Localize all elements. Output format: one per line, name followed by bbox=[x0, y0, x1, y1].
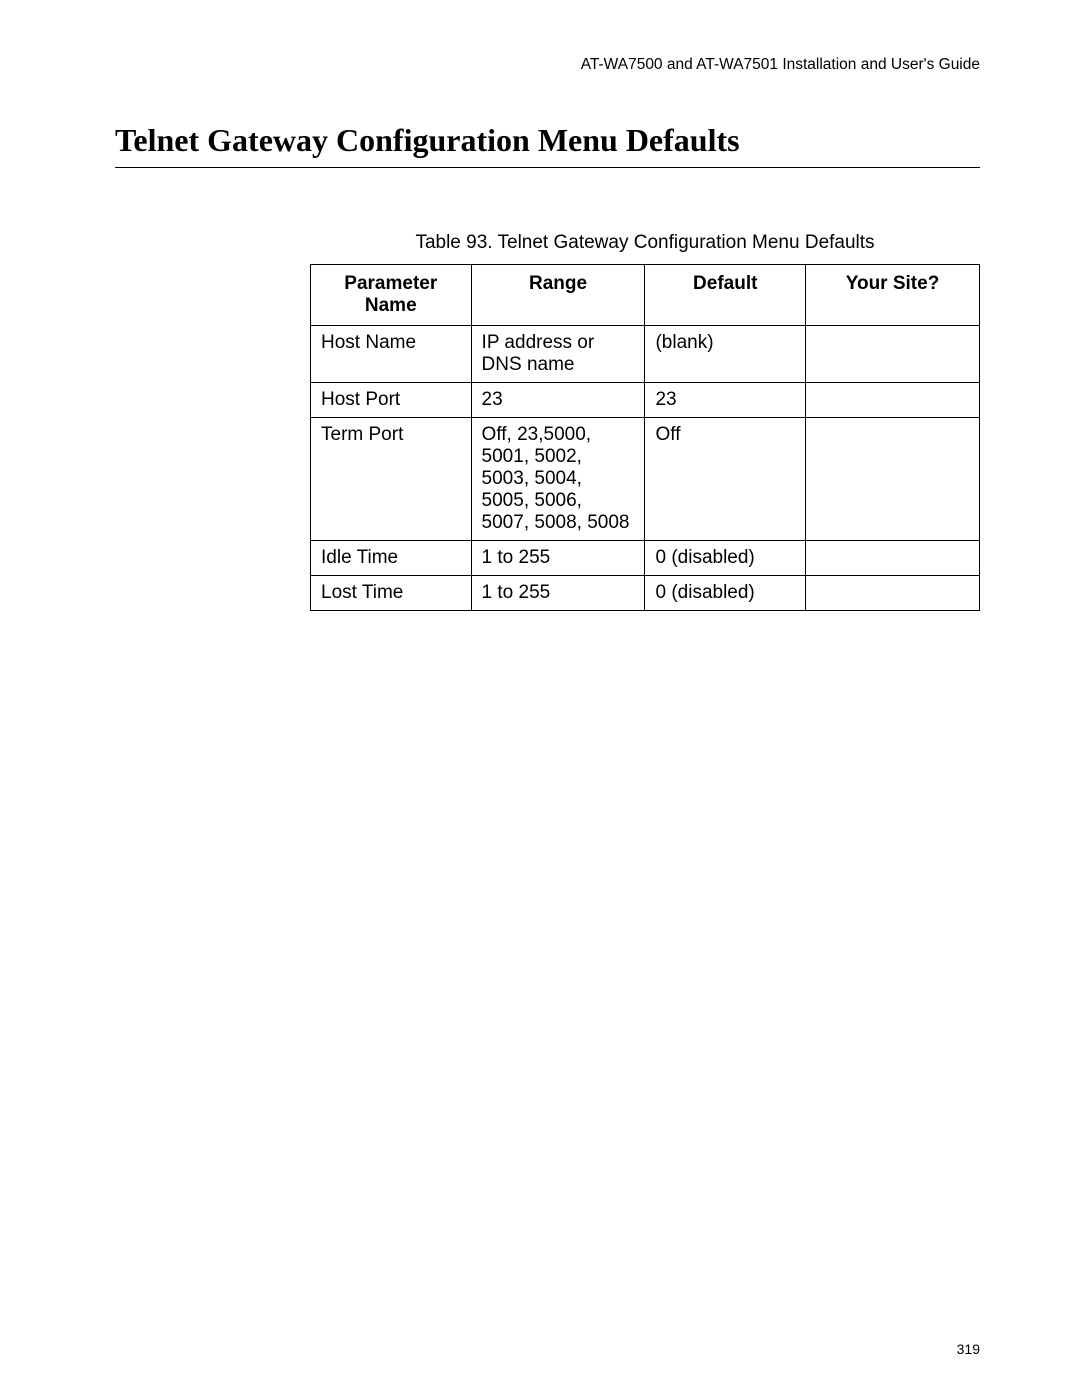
cell-default: 0 (disabled) bbox=[645, 576, 806, 611]
document-page: AT-WA7500 and AT-WA7501 Installation and… bbox=[0, 0, 1080, 1397]
config-defaults-table: Parameter Name Range Default Your Site? … bbox=[310, 264, 980, 611]
col-header-default: Default bbox=[645, 265, 806, 326]
cell-default: 0 (disabled) bbox=[645, 541, 806, 576]
table-row: Term Port Off, 23,5000, 5001, 5002, 5003… bbox=[311, 418, 980, 541]
table-header-row: Parameter Name Range Default Your Site? bbox=[311, 265, 980, 326]
cell-range: IP address or DNS name bbox=[471, 326, 645, 383]
cell-default: (blank) bbox=[645, 326, 806, 383]
table-row: Idle Time 1 to 255 0 (disabled) bbox=[311, 541, 980, 576]
table-area: Table 93. Telnet Gateway Configuration M… bbox=[310, 232, 980, 611]
cell-parameter: Lost Time bbox=[311, 576, 472, 611]
col-header-range: Range bbox=[471, 265, 645, 326]
col-header-your-site: Your Site? bbox=[806, 265, 980, 326]
table-caption: Table 93. Telnet Gateway Configuration M… bbox=[310, 232, 980, 254]
cell-parameter: Host Port bbox=[311, 383, 472, 418]
cell-parameter: Host Name bbox=[311, 326, 472, 383]
cell-range: Off, 23,5000, 5001, 5002, 5003, 5004, 50… bbox=[471, 418, 645, 541]
cell-your-site bbox=[806, 418, 980, 541]
cell-default: 23 bbox=[645, 383, 806, 418]
cell-range: 1 to 255 bbox=[471, 576, 645, 611]
cell-parameter: Term Port bbox=[311, 418, 472, 541]
table-row: Host Name IP address or DNS name (blank) bbox=[311, 326, 980, 383]
col-header-parameter: Parameter Name bbox=[311, 265, 472, 326]
cell-parameter: Idle Time bbox=[311, 541, 472, 576]
running-header: AT-WA7500 and AT-WA7501 Installation and… bbox=[115, 56, 980, 74]
cell-default: Off bbox=[645, 418, 806, 541]
section-title: Telnet Gateway Configuration Menu Defaul… bbox=[115, 122, 980, 159]
cell-your-site bbox=[806, 576, 980, 611]
page-number: 319 bbox=[957, 1341, 980, 1357]
table-row: Lost Time 1 to 255 0 (disabled) bbox=[311, 576, 980, 611]
table-row: Host Port 23 23 bbox=[311, 383, 980, 418]
cell-your-site bbox=[806, 541, 980, 576]
cell-your-site bbox=[806, 326, 980, 383]
title-rule bbox=[115, 167, 980, 168]
cell-range: 1 to 255 bbox=[471, 541, 645, 576]
cell-range: 23 bbox=[471, 383, 645, 418]
cell-your-site bbox=[806, 383, 980, 418]
